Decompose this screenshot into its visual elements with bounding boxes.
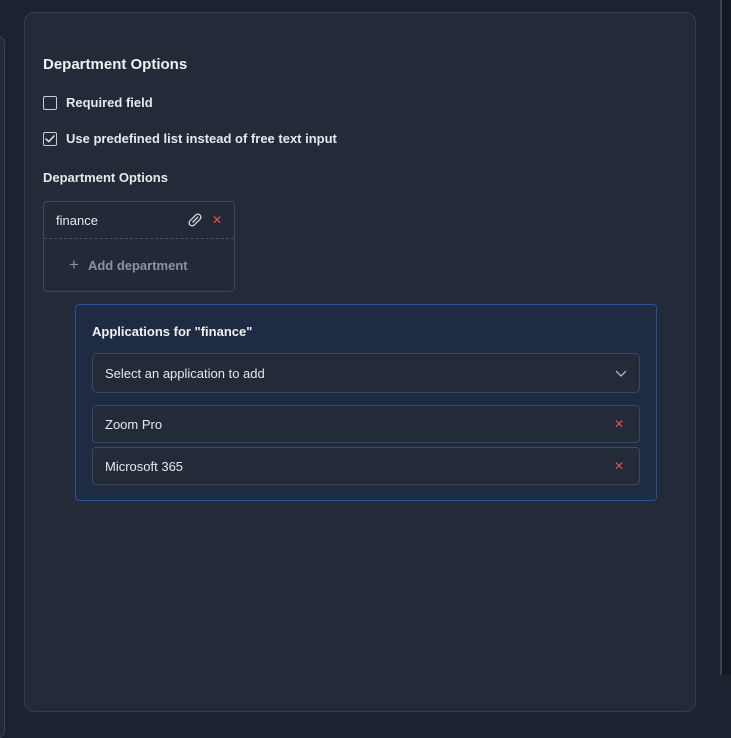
predefined-list-option[interactable]: Use predefined list instead of free text… bbox=[43, 131, 337, 146]
chevron-down-icon bbox=[615, 366, 627, 381]
plus-icon: + bbox=[69, 255, 79, 274]
close-icon[interactable]: ✕ bbox=[614, 459, 624, 473]
close-icon[interactable]: ✕ bbox=[614, 417, 624, 431]
department-list: finance ✕ + Add department bbox=[43, 201, 235, 292]
close-icon[interactable]: ✕ bbox=[212, 213, 222, 227]
application-name: Microsoft 365 bbox=[105, 458, 184, 474]
application-name: Zoom Pro bbox=[105, 416, 163, 432]
department-item[interactable]: finance ✕ bbox=[44, 202, 234, 239]
required-field-checkbox[interactable] bbox=[43, 95, 57, 110]
application-item: Microsoft 365 ✕ bbox=[92, 447, 640, 485]
department-options-label: Department Options bbox=[43, 170, 168, 185]
scrollbar-track[interactable] bbox=[722, 0, 731, 675]
application-item: Zoom Pro ✕ bbox=[92, 405, 640, 443]
add-department-label: Add department bbox=[87, 257, 188, 273]
required-field-label: Required field bbox=[66, 95, 153, 110]
application-select-placeholder: Select an application to add bbox=[105, 365, 265, 381]
section-title: Department Options bbox=[43, 56, 188, 73]
predefined-list-label: Use predefined list instead of free text… bbox=[66, 131, 337, 146]
application-select[interactable]: Select an application to add bbox=[92, 353, 640, 393]
checkmark-icon bbox=[45, 134, 55, 142]
adjacent-panel-edge bbox=[0, 36, 5, 738]
add-department-button[interactable]: + Add department bbox=[44, 239, 234, 291]
predefined-list-checkbox[interactable] bbox=[43, 131, 57, 146]
paperclip-icon[interactable] bbox=[187, 212, 203, 228]
applications-title: Applications for "finance" bbox=[92, 324, 253, 339]
required-field-option[interactable]: Required field bbox=[43, 95, 153, 110]
department-name: finance bbox=[56, 212, 98, 228]
applications-panel: Applications for "finance" Select an app… bbox=[75, 304, 657, 501]
